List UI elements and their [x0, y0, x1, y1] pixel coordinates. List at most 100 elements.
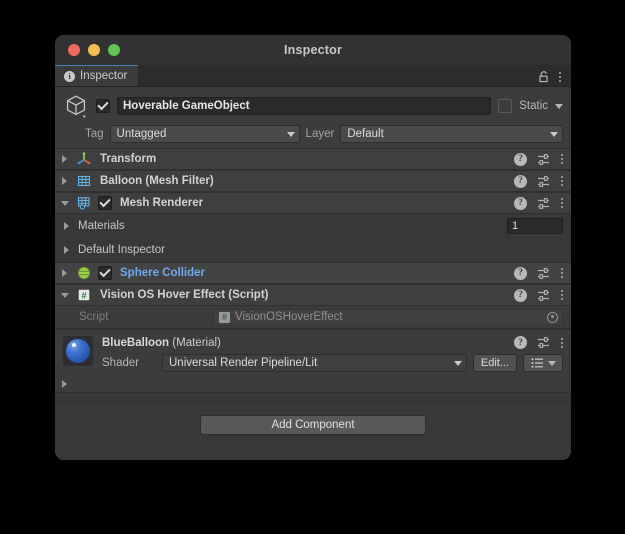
section-row-materials[interactable]: Materials 1	[55, 214, 571, 238]
edit-shader-button[interactable]: Edit...	[473, 354, 517, 372]
expand-triangle-icon[interactable]	[61, 177, 70, 186]
collapse-triangle-icon[interactable]	[61, 199, 70, 208]
tag-value: Untagged	[117, 128, 167, 140]
add-component-button[interactable]: Add Component	[200, 415, 426, 435]
help-icon[interactable]: ?	[514, 175, 527, 188]
material-preview-wrap	[63, 336, 93, 372]
preset-settings-icon[interactable]	[537, 336, 551, 349]
section-divider	[55, 393, 571, 402]
preset-settings-icon[interactable]	[537, 289, 551, 302]
help-icon[interactable]: ?	[514, 153, 527, 166]
component-name: Vision OS Hover Effect (Script)	[100, 289, 269, 301]
preset-settings-icon[interactable]	[537, 175, 551, 188]
inspector-body: Hoverable GameObject Static Tag Untagged…	[55, 87, 571, 460]
mesh-renderer-enabled-checkbox[interactable]	[98, 196, 112, 210]
layer-dropdown[interactable]: Default	[340, 125, 563, 143]
chevron-down-icon	[548, 361, 556, 366]
tag-dropdown[interactable]: Untagged	[110, 125, 300, 143]
layer-value: Default	[347, 128, 383, 140]
component-row-sphere-collider[interactable]: Sphere Collider ?	[55, 262, 571, 284]
material-details: BlueBalloon (Material) ?	[102, 336, 563, 372]
window-titlebar: Inspector	[55, 35, 571, 65]
static-dropdown-chevron-icon[interactable]	[555, 104, 563, 109]
svg-text:#: #	[81, 291, 87, 302]
row-actions: ?	[514, 197, 563, 210]
component-name: Balloon (Mesh Filter)	[100, 175, 214, 187]
chevron-down-icon	[287, 132, 295, 137]
help-icon[interactable]: ?	[514, 267, 527, 280]
row-actions: ?	[514, 336, 563, 349]
shader-preset-list-icon[interactable]	[523, 354, 563, 372]
help-icon[interactable]: ?	[514, 197, 527, 210]
preset-settings-icon[interactable]	[537, 153, 551, 166]
help-icon[interactable]: ?	[514, 289, 527, 302]
section-row-default-inspector[interactable]: Default Inspector	[55, 238, 571, 262]
sphere-collider-enabled-checkbox[interactable]	[98, 266, 112, 280]
gameobject-enabled-checkbox[interactable]	[96, 99, 110, 113]
component-row-mesh-filter[interactable]: Balloon (Mesh Filter) ?	[55, 170, 571, 192]
component-row-visionos-hover-effect[interactable]: # Vision OS Hover Effect (Script) ?	[55, 284, 571, 306]
cube-icon	[63, 93, 89, 119]
sphere-collider-icon	[76, 265, 92, 281]
minimize-window-button[interactable]	[88, 44, 100, 56]
kebab-menu-icon[interactable]	[561, 197, 563, 210]
csharp-script-icon: #	[76, 287, 92, 303]
tab-inspector-label: Inspector	[80, 70, 127, 82]
tab-strip: i Inspector	[55, 65, 571, 87]
kebab-menu-icon[interactable]	[561, 267, 563, 280]
traffic-lights	[55, 44, 120, 56]
static-checkbox[interactable]	[498, 99, 512, 113]
section-title: Default Inspector	[78, 244, 165, 256]
row-actions: ?	[514, 289, 563, 302]
row-actions: ?	[514, 175, 563, 188]
material-block: BlueBalloon (Material) ?	[55, 329, 571, 377]
window-title: Inspector	[55, 43, 571, 57]
expand-triangle-icon[interactable]	[61, 269, 70, 278]
collapse-triangle-icon[interactable]	[61, 291, 70, 300]
gameobject-name-input[interactable]: Hoverable GameObject	[117, 97, 491, 115]
material-title-suffix: (Material)	[172, 337, 221, 349]
tab-strip-actions	[538, 70, 571, 86]
material-sphere-icon	[66, 339, 90, 363]
kebab-menu-icon[interactable]	[559, 70, 561, 83]
tab-inspector[interactable]: i Inspector	[55, 64, 138, 86]
script-object-field[interactable]: # VisionOSHoverEffect	[213, 309, 563, 326]
kebab-menu-icon[interactable]	[561, 153, 563, 166]
gameobject-header: Hoverable GameObject Static Tag Untagged…	[55, 87, 571, 148]
preset-settings-icon[interactable]	[537, 267, 551, 280]
expand-triangle-icon[interactable]	[61, 155, 70, 164]
mesh-renderer-icon	[76, 195, 92, 211]
shader-dropdown[interactable]: Universal Render Pipeline/Lit	[162, 354, 467, 372]
maximize-window-button[interactable]	[108, 44, 120, 56]
script-field-label: Script	[63, 311, 213, 323]
kebab-menu-icon[interactable]	[561, 289, 563, 302]
shader-value: Universal Render Pipeline/Lit	[169, 357, 317, 369]
row-actions: ?	[514, 153, 563, 166]
shader-label: Shader	[102, 357, 156, 369]
component-row-transform[interactable]: Transform ?	[55, 148, 571, 170]
materials-count-input[interactable]: 1	[507, 218, 563, 234]
expand-triangle-icon[interactable]	[61, 380, 70, 389]
expand-triangle-icon[interactable]	[63, 222, 72, 231]
kebab-menu-icon[interactable]	[561, 175, 563, 188]
kebab-menu-icon[interactable]	[561, 336, 563, 349]
transform-axis-icon	[76, 151, 92, 167]
close-window-button[interactable]	[68, 44, 80, 56]
component-name: Sphere Collider	[120, 267, 205, 279]
inspector-window: Inspector i Inspector	[55, 35, 571, 460]
component-name: Mesh Renderer	[120, 197, 203, 209]
preset-settings-icon[interactable]	[537, 197, 551, 210]
blue-sphere-material-preview[interactable]	[63, 336, 93, 366]
unlocked-padlock-icon[interactable]	[538, 70, 550, 83]
inspector-footer: Add Component	[55, 402, 571, 460]
help-icon[interactable]: ?	[514, 336, 527, 349]
material-collapse-row[interactable]	[55, 377, 571, 393]
expand-triangle-icon[interactable]	[63, 246, 72, 255]
chevron-down-icon	[550, 132, 558, 137]
static-label: Static	[519, 100, 548, 112]
script-field-row: Script # VisionOSHoverEffect	[55, 306, 571, 329]
target-picker-icon[interactable]	[547, 312, 558, 323]
component-row-mesh-renderer[interactable]: Mesh Renderer ?	[55, 192, 571, 214]
component-name: Transform	[100, 153, 156, 165]
section-title: Materials	[78, 220, 125, 232]
